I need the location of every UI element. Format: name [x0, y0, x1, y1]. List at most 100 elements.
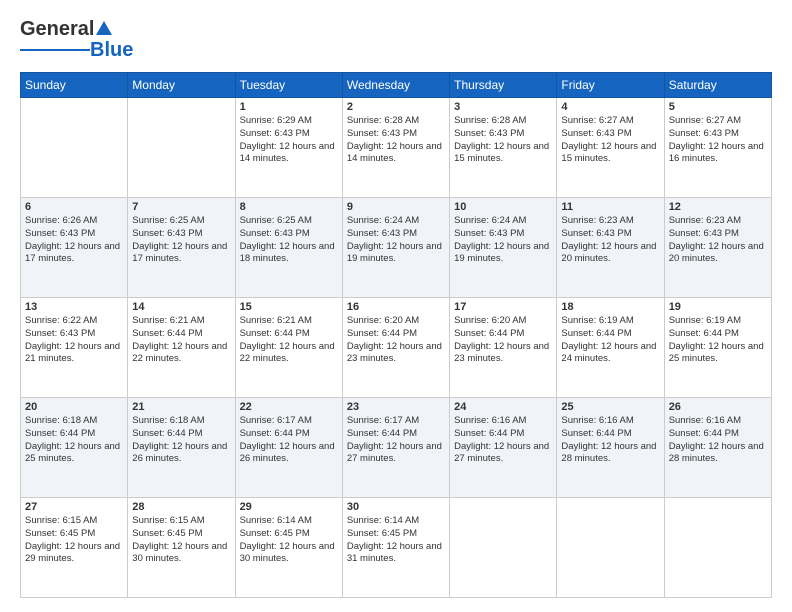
day-number: 28 [132, 501, 230, 513]
day-number: 29 [240, 501, 338, 513]
calendar-cell: 28 Sunrise: 6:15 AM Sunset: 6:45 PM Dayli… [128, 498, 235, 598]
calendar-cell: 9 Sunrise: 6:24 AM Sunset: 6:43 PM Daylig… [342, 198, 449, 298]
day-number: 25 [561, 401, 659, 413]
day-number: 10 [454, 201, 552, 213]
calendar-cell: 27 Sunrise: 6:15 AM Sunset: 6:45 PM Dayli… [21, 498, 128, 598]
calendar-week-2: 6Sunrise: 6:26 AM Sunset: 6:43 PM Daylig… [21, 198, 772, 298]
day-info: Sunrise: 6:22 AM Sunset: 6:43 PM Dayligh… [25, 315, 123, 366]
calendar-cell [557, 498, 664, 598]
calendar-cell: 20 Sunrise: 6:18 AM Sunset: 6:44 PM Dayli… [21, 398, 128, 498]
day-info: Sunrise: 6:24 AM Sunset: 6:43 PM Dayligh… [347, 215, 445, 266]
day-number: 2 [347, 101, 445, 113]
col-header-sunday: Sunday [21, 73, 128, 98]
calendar-cell: 10 Sunrise: 6:24 AM Sunset: 6:43 PM Dayli… [450, 198, 557, 298]
day-info: Sunrise: 6:21 AM Sunset: 6:44 PM Dayligh… [240, 315, 338, 366]
calendar-cell: 3 Sunrise: 6:28 AM Sunset: 6:43 PM Daylig… [450, 98, 557, 198]
day-info: Sunrise: 6:29 AM Sunset: 6:43 PM Dayligh… [240, 115, 338, 166]
calendar-table: SundayMondayTuesdayWednesdayThursdayFrid… [20, 72, 772, 598]
calendar-cell: 16Sunrise: 6:20 AM Sunset: 6:44 PM Dayli… [342, 298, 449, 398]
calendar-cell: 5 Sunrise: 6:27 AM Sunset: 6:43 PM Daylig… [664, 98, 771, 198]
day-info: Sunrise: 6:16 AM Sunset: 6:44 PM Dayligh… [561, 415, 659, 466]
calendar-cell [128, 98, 235, 198]
day-info: Sunrise: 6:19 AM Sunset: 6:44 PM Dayligh… [669, 315, 767, 366]
day-number: 24 [454, 401, 552, 413]
header: General Blue [20, 18, 772, 62]
day-number: 6 [25, 201, 123, 213]
col-header-friday: Friday [557, 73, 664, 98]
day-info: Sunrise: 6:18 AM Sunset: 6:44 PM Dayligh… [25, 415, 123, 466]
calendar-week-3: 13Sunrise: 6:22 AM Sunset: 6:43 PM Dayli… [21, 298, 772, 398]
calendar-cell: 12Sunrise: 6:23 AM Sunset: 6:43 PM Dayli… [664, 198, 771, 298]
calendar-cell: 7Sunrise: 6:25 AM Sunset: 6:43 PM Daylig… [128, 198, 235, 298]
day-info: Sunrise: 6:21 AM Sunset: 6:44 PM Dayligh… [132, 315, 230, 366]
day-number: 17 [454, 301, 552, 313]
calendar-cell: 29 Sunrise: 6:14 AM Sunset: 6:45 PM Dayli… [235, 498, 342, 598]
col-header-monday: Monday [128, 73, 235, 98]
page: General Blue SundayMondayTuesdayWednesda… [0, 0, 792, 612]
day-number: 4 [561, 101, 659, 113]
calendar-cell: 23Sunrise: 6:17 AM Sunset: 6:44 PM Dayli… [342, 398, 449, 498]
calendar-week-1: 1 Sunrise: 6:29 AM Sunset: 6:43 PM Daylig… [21, 98, 772, 198]
day-number: 20 [25, 401, 123, 413]
calendar-cell: 24Sunrise: 6:16 AM Sunset: 6:44 PM Dayli… [450, 398, 557, 498]
calendar-cell: 2Sunrise: 6:28 AM Sunset: 6:43 PM Daylig… [342, 98, 449, 198]
day-info: Sunrise: 6:20 AM Sunset: 6:44 PM Dayligh… [454, 315, 552, 366]
logo: General Blue [20, 18, 133, 62]
calendar-cell: 6Sunrise: 6:26 AM Sunset: 6:43 PM Daylig… [21, 198, 128, 298]
day-number: 14 [132, 301, 230, 313]
day-number: 9 [347, 201, 445, 213]
day-info: Sunrise: 6:27 AM Sunset: 6:43 PM Dayligh… [669, 115, 767, 166]
calendar-cell: 14 Sunrise: 6:21 AM Sunset: 6:44 PM Dayli… [128, 298, 235, 398]
day-info: Sunrise: 6:16 AM Sunset: 6:44 PM Dayligh… [669, 415, 767, 466]
calendar-cell: 26 Sunrise: 6:16 AM Sunset: 6:44 PM Dayli… [664, 398, 771, 498]
calendar-cell: 18 Sunrise: 6:19 AM Sunset: 6:44 PM Dayli… [557, 298, 664, 398]
day-number: 7 [132, 201, 230, 213]
day-number: 18 [561, 301, 659, 313]
day-info: Sunrise: 6:14 AM Sunset: 6:45 PM Dayligh… [240, 515, 338, 566]
calendar-cell: 15 Sunrise: 6:21 AM Sunset: 6:44 PM Dayli… [235, 298, 342, 398]
calendar-cell [664, 498, 771, 598]
day-info: Sunrise: 6:15 AM Sunset: 6:45 PM Dayligh… [132, 515, 230, 566]
day-number: 22 [240, 401, 338, 413]
col-header-thursday: Thursday [450, 73, 557, 98]
col-header-saturday: Saturday [664, 73, 771, 98]
calendar-week-5: 27 Sunrise: 6:15 AM Sunset: 6:45 PM Dayli… [21, 498, 772, 598]
calendar-cell: 13Sunrise: 6:22 AM Sunset: 6:43 PM Dayli… [21, 298, 128, 398]
day-info: Sunrise: 6:18 AM Sunset: 6:44 PM Dayligh… [132, 415, 230, 466]
calendar-cell [450, 498, 557, 598]
calendar-cell: 8Sunrise: 6:25 AM Sunset: 6:43 PM Daylig… [235, 198, 342, 298]
calendar-body: 1 Sunrise: 6:29 AM Sunset: 6:43 PM Daylig… [21, 98, 772, 598]
day-number: 27 [25, 501, 123, 513]
logo-blue: Blue [90, 39, 133, 62]
day-number: 8 [240, 201, 338, 213]
day-info: Sunrise: 6:15 AM Sunset: 6:45 PM Dayligh… [25, 515, 123, 566]
day-number: 5 [669, 101, 767, 113]
calendar-cell: 1 Sunrise: 6:29 AM Sunset: 6:43 PM Daylig… [235, 98, 342, 198]
calendar-cell: 11 Sunrise: 6:23 AM Sunset: 6:43 PM Dayli… [557, 198, 664, 298]
day-number: 21 [132, 401, 230, 413]
calendar-cell: 17 Sunrise: 6:20 AM Sunset: 6:44 PM Dayli… [450, 298, 557, 398]
col-header-wednesday: Wednesday [342, 73, 449, 98]
day-info: Sunrise: 6:14 AM Sunset: 6:45 PM Dayligh… [347, 515, 445, 566]
day-number: 26 [669, 401, 767, 413]
day-info: Sunrise: 6:24 AM Sunset: 6:43 PM Dayligh… [454, 215, 552, 266]
col-header-tuesday: Tuesday [235, 73, 342, 98]
day-number: 1 [240, 101, 338, 113]
day-info: Sunrise: 6:19 AM Sunset: 6:44 PM Dayligh… [561, 315, 659, 366]
calendar-cell: 22Sunrise: 6:17 AM Sunset: 6:44 PM Dayli… [235, 398, 342, 498]
day-number: 11 [561, 201, 659, 213]
day-info: Sunrise: 6:20 AM Sunset: 6:44 PM Dayligh… [347, 315, 445, 366]
day-info: Sunrise: 6:27 AM Sunset: 6:43 PM Dayligh… [561, 115, 659, 166]
calendar-cell: 19 Sunrise: 6:19 AM Sunset: 6:44 PM Dayli… [664, 298, 771, 398]
calendar-cell: 21 Sunrise: 6:18 AM Sunset: 6:44 PM Dayli… [128, 398, 235, 498]
day-number: 15 [240, 301, 338, 313]
calendar-cell: 30Sunrise: 6:14 AM Sunset: 6:45 PM Dayli… [342, 498, 449, 598]
day-info: Sunrise: 6:28 AM Sunset: 6:43 PM Dayligh… [454, 115, 552, 166]
day-number: 12 [669, 201, 767, 213]
day-info: Sunrise: 6:17 AM Sunset: 6:44 PM Dayligh… [347, 415, 445, 466]
day-number: 3 [454, 101, 552, 113]
logo-general: General [20, 18, 94, 41]
day-number: 19 [669, 301, 767, 313]
logo-icon [95, 19, 113, 37]
day-info: Sunrise: 6:23 AM Sunset: 6:43 PM Dayligh… [561, 215, 659, 266]
